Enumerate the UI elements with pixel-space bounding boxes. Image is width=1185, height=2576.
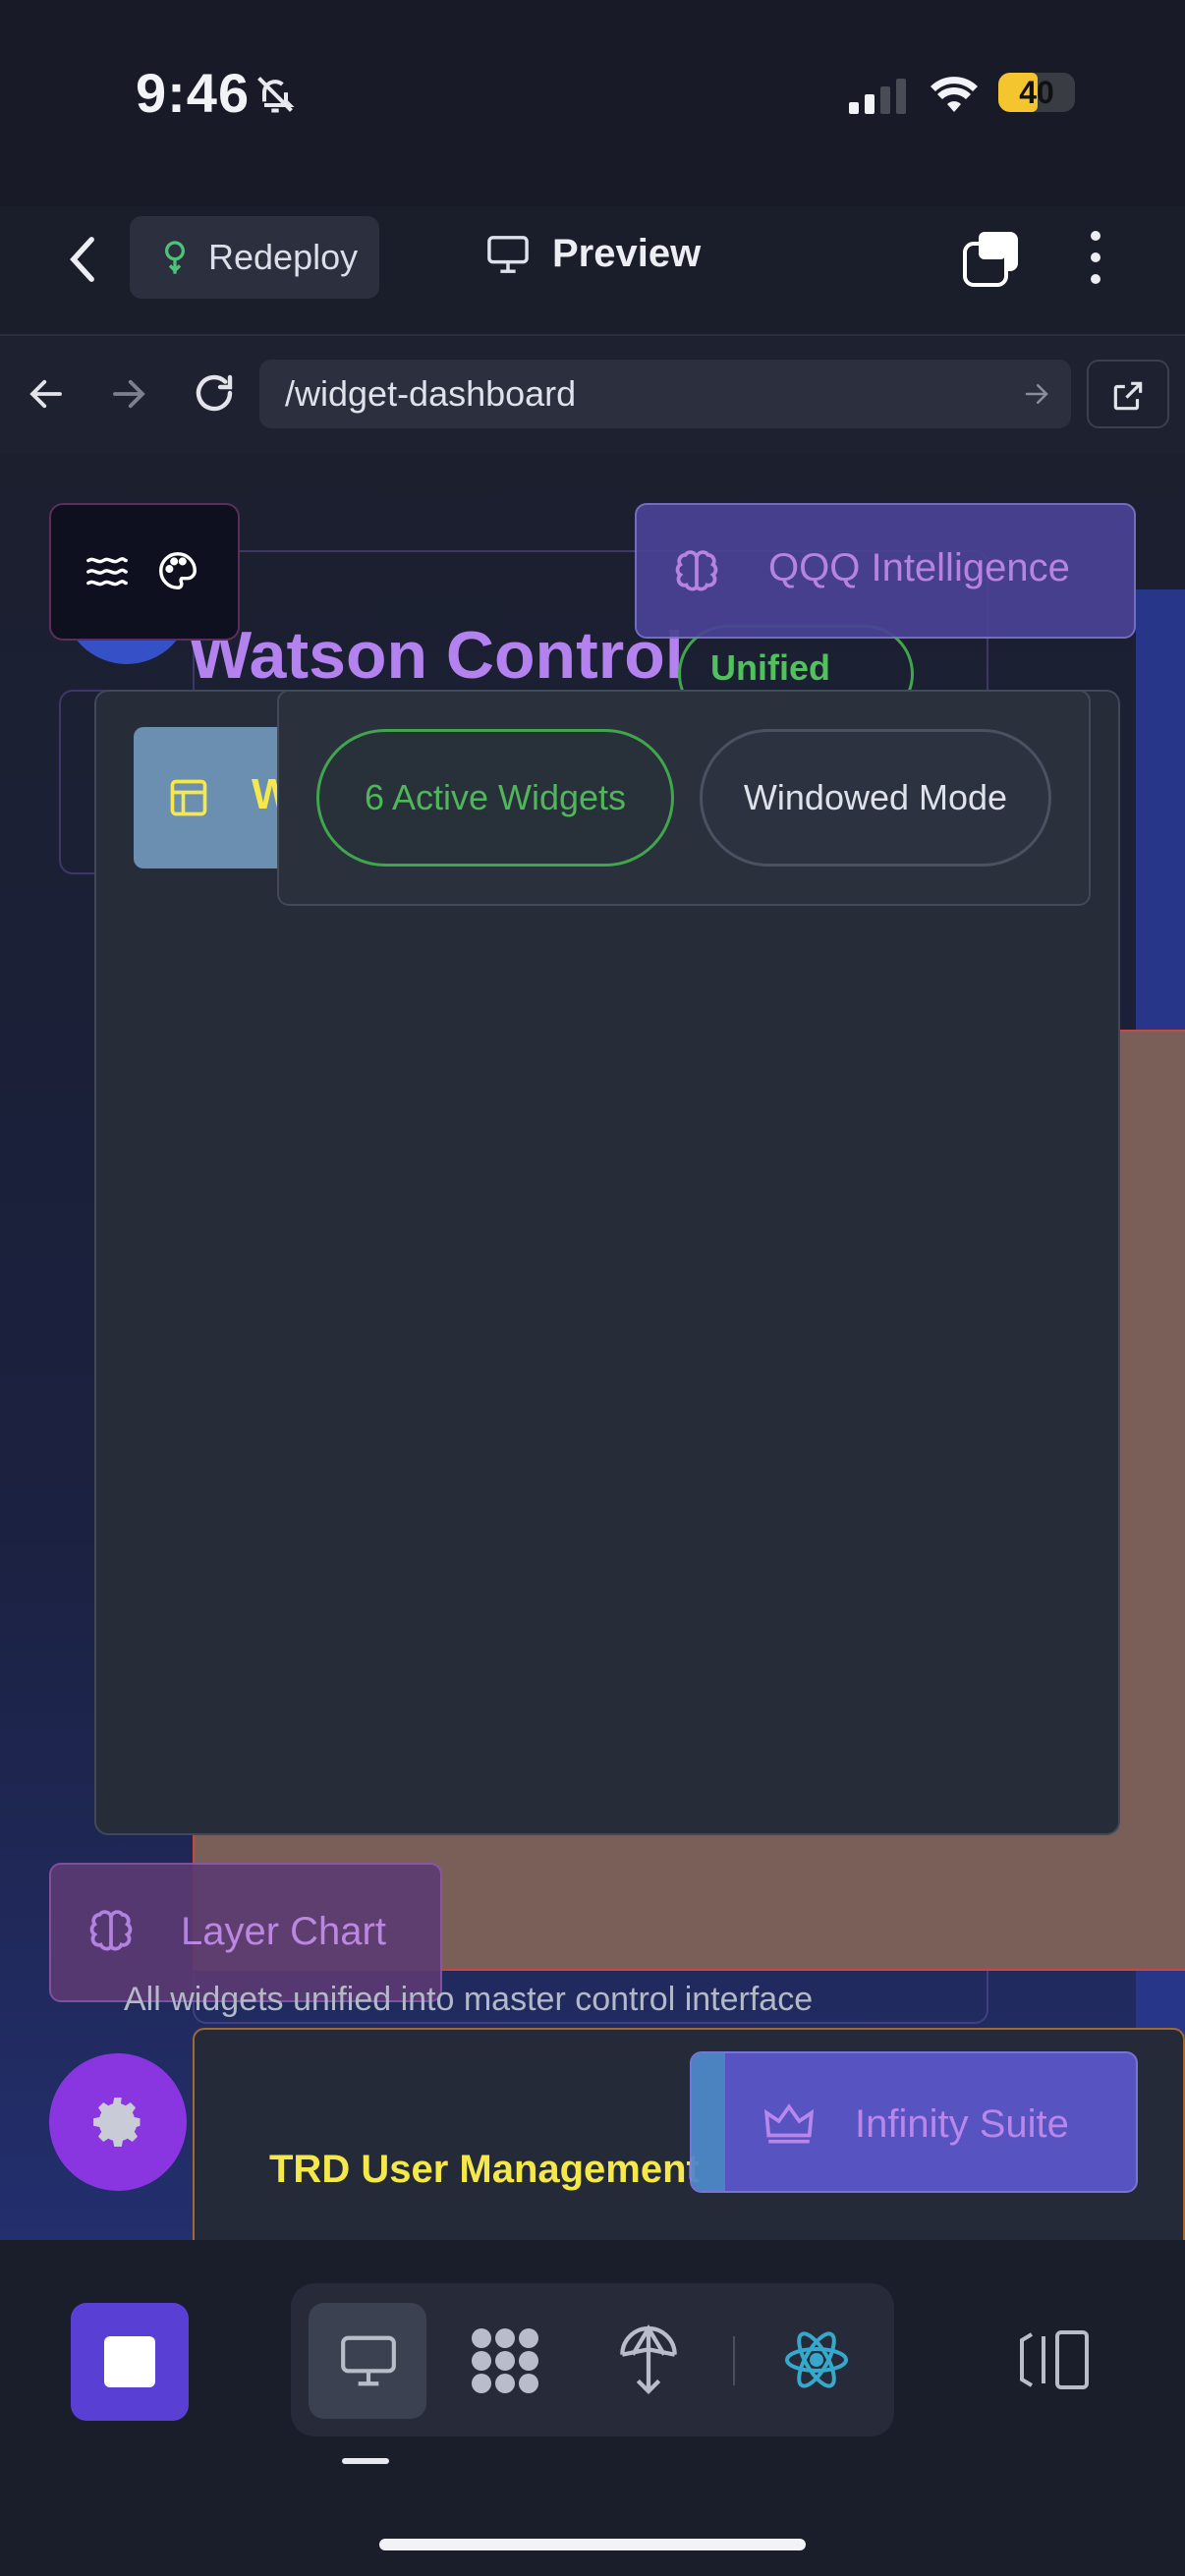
signal-icon <box>847 79 910 119</box>
monitor-icon <box>485 234 531 275</box>
brain-icon <box>672 548 721 602</box>
redeploy-button[interactable]: Redeploy <box>130 216 379 299</box>
back-chevron-icon[interactable] <box>61 232 104 292</box>
active-tab-indicator <box>342 2458 389 2464</box>
tab-components[interactable] <box>468 2326 542 2400</box>
windowed-mode-button[interactable]: Windowed Mode <box>700 729 1051 867</box>
stop-icon <box>104 2336 155 2387</box>
layout-icon <box>167 776 210 824</box>
qqq-widget-card[interactable]: QQQ Intelligence <box>635 503 1136 639</box>
redeploy-label: Redeploy <box>208 237 359 277</box>
react-icon <box>782 2331 851 2395</box>
qqq-widget-label: QQQ Intelligence <box>768 546 1070 589</box>
tab-desktop[interactable] <box>309 2303 426 2419</box>
external-link-icon <box>1109 377 1147 420</box>
tab-react[interactable] <box>782 2328 851 2396</box>
deploy-tree-icon <box>155 238 195 277</box>
components-icon <box>468 2328 542 2399</box>
arrow-left-icon[interactable] <box>26 373 67 420</box>
settings-fab[interactable] <box>49 2053 187 2191</box>
tab-deploy[interactable] <box>617 2323 680 2402</box>
crown-icon <box>762 2099 816 2153</box>
bell-off-icon <box>254 73 297 121</box>
battery-icon: 40 <box>998 73 1075 112</box>
home-indicator <box>379 2539 806 2550</box>
go-arrow-icon[interactable] <box>1022 379 1051 414</box>
floating-toolbar <box>49 503 240 641</box>
preview-button[interactable]: Preview <box>485 232 701 276</box>
layer-chart-label: Layer Chart <box>181 1910 386 1953</box>
tabs-icon[interactable] <box>961 228 1022 294</box>
reload-icon[interactable] <box>191 369 238 421</box>
status-time: 9:46 <box>136 62 251 124</box>
divider <box>733 2336 735 2385</box>
deploy-icon <box>617 2324 680 2401</box>
url-text: /widget-dashboard <box>285 373 577 414</box>
desktop-icon <box>338 2330 399 2396</box>
active-widgets-badge[interactable]: 6 Active Widgets <box>316 729 674 867</box>
panel-toggle-icon[interactable] <box>1018 2328 1091 2396</box>
url-input[interactable]: /widget-dashboard <box>259 360 1071 428</box>
dashboard-subtitle: All widgets unified into master control … <box>124 1981 814 2018</box>
palette-icon[interactable] <box>155 548 200 598</box>
preview-label: Preview <box>552 232 702 275</box>
waves-icon[interactable] <box>85 552 130 596</box>
gear-icon <box>88 2093 147 2156</box>
stop-button[interactable] <box>71 2303 189 2421</box>
battery-level: 40 <box>1019 75 1054 110</box>
page-title: Watson Control <box>189 618 684 693</box>
kebab-icon[interactable] <box>1081 228 1110 292</box>
external-link-button[interactable] <box>1087 360 1169 428</box>
wifi-icon <box>930 75 979 119</box>
infinity-suite-label: Infinity Suite <box>855 2102 1069 2146</box>
card-accent <box>692 2053 725 2191</box>
trd-widget-label: TRD User Management <box>269 2148 700 2191</box>
brain-icon <box>86 1908 136 1962</box>
infinity-suite-card[interactable]: Infinity Suite <box>690 2051 1138 2193</box>
arrow-right-icon[interactable] <box>108 373 149 420</box>
